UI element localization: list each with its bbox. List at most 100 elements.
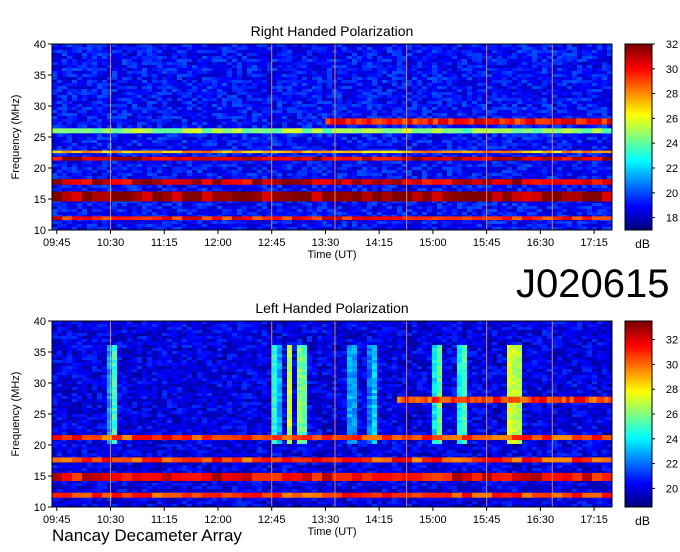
band-4	[562, 435, 573, 441]
band-5	[423, 396, 429, 403]
band-5	[512, 396, 517, 403]
band-5	[382, 150, 393, 154]
band-2	[222, 191, 233, 202]
band-5	[52, 150, 63, 154]
band-3	[342, 457, 353, 463]
band-1	[152, 216, 163, 221]
x-tick-label: 15:00	[419, 514, 447, 526]
band-2	[292, 191, 303, 202]
band-6	[458, 118, 464, 125]
band-6	[422, 118, 429, 125]
band-1	[122, 216, 133, 221]
band-1	[242, 216, 253, 221]
band-4	[82, 435, 93, 441]
band-1	[92, 492, 103, 498]
band-1	[92, 216, 103, 221]
band-3	[322, 179, 333, 185]
colorbar-label: dB	[635, 514, 650, 528]
band-1	[572, 216, 583, 221]
band-6	[478, 118, 485, 125]
band-1	[182, 492, 193, 498]
band-4	[272, 435, 283, 441]
x-tick-label: 17:15	[580, 237, 608, 249]
band-4	[272, 156, 283, 161]
band-5	[392, 150, 403, 154]
band-6	[463, 118, 470, 125]
band-1	[392, 216, 403, 221]
band-2	[192, 472, 203, 481]
band-3	[152, 457, 163, 463]
y-axis-label: Frequency (MHz)	[10, 372, 22, 457]
band-5	[352, 150, 363, 154]
band-4	[442, 156, 453, 161]
band-2	[362, 191, 373, 202]
y-tick-label: 40	[34, 316, 46, 328]
band-1	[582, 216, 593, 221]
band-2	[282, 472, 293, 481]
band-3	[62, 457, 73, 463]
band-5	[282, 150, 293, 154]
band-3	[272, 457, 283, 463]
y-tick-label: 35	[34, 70, 46, 82]
band-2	[112, 472, 123, 481]
band-5	[408, 396, 413, 403]
band-7	[512, 128, 523, 134]
band-5	[492, 150, 503, 154]
band-2	[72, 191, 83, 202]
band-3	[432, 179, 443, 185]
band-2	[432, 472, 443, 481]
band-7	[362, 128, 373, 134]
band-4	[342, 435, 353, 441]
band-5	[512, 150, 523, 154]
band-3	[132, 179, 143, 185]
band-1	[142, 492, 153, 498]
band-1	[442, 492, 453, 498]
band-2	[542, 191, 553, 202]
band-5	[322, 150, 333, 154]
band-4	[292, 156, 303, 161]
colorbar-tick-label: 24	[666, 138, 678, 150]
band-4	[602, 156, 613, 161]
band-2	[392, 191, 403, 202]
band-5	[292, 150, 303, 154]
band-1	[562, 216, 573, 221]
band-1	[262, 216, 273, 221]
band-5	[592, 396, 598, 403]
band-2	[372, 472, 383, 481]
band-1	[502, 492, 513, 498]
colorbar-tick-label: 28	[666, 89, 678, 101]
band-2	[412, 472, 423, 481]
band-3	[152, 179, 163, 185]
band-5	[172, 150, 183, 154]
band-1	[272, 216, 283, 221]
band-2	[62, 472, 73, 481]
band-7	[492, 128, 503, 134]
band-6	[545, 118, 551, 125]
band-2	[382, 191, 393, 202]
band-1	[482, 492, 493, 498]
band-5	[542, 396, 548, 403]
band-6	[504, 118, 511, 125]
band-5	[362, 150, 373, 154]
band-4	[182, 156, 193, 161]
band-3	[312, 179, 323, 185]
band-1	[82, 216, 93, 221]
band-7	[82, 128, 93, 134]
band-1	[302, 216, 313, 221]
band-5	[272, 150, 283, 154]
band-5	[182, 150, 193, 154]
y-tick-label: 25	[34, 132, 46, 144]
band-4	[392, 435, 403, 441]
band-4	[132, 435, 143, 441]
band-2	[332, 472, 343, 481]
band-4	[202, 156, 213, 161]
band-7	[202, 128, 213, 134]
band-4	[472, 156, 483, 161]
band-3	[512, 179, 523, 185]
x-tick-label: 13:30	[312, 237, 340, 249]
band-1	[162, 492, 173, 498]
band-2	[162, 191, 173, 202]
band-2	[372, 191, 383, 202]
band-1	[492, 216, 503, 221]
band-5	[600, 396, 605, 403]
